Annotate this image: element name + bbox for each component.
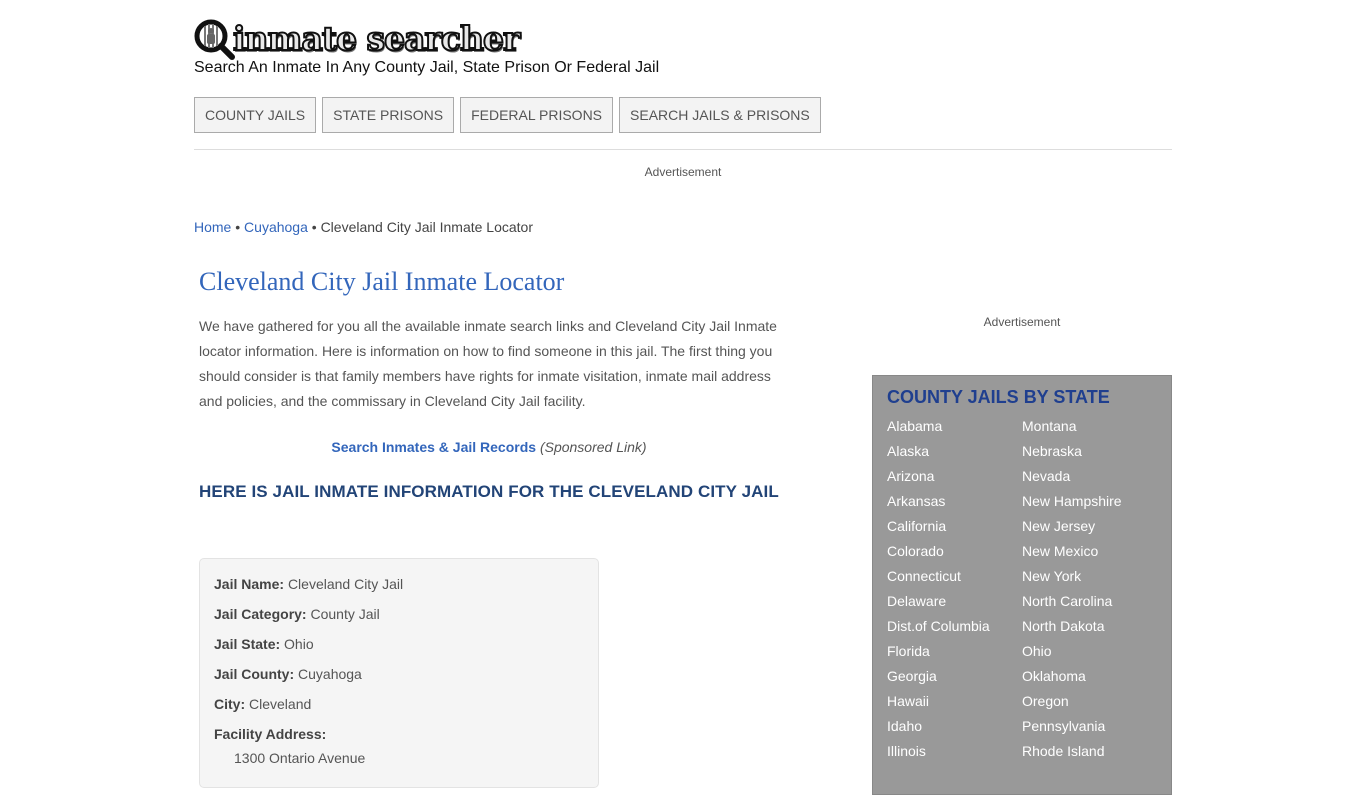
info-label: City:: [214, 696, 246, 712]
main-content: Cleveland City Jail Inmate Locator We ha…: [199, 264, 779, 504]
main-nav: COUNTY JAILS STATE PRISONS FEDERAL PRISO…: [194, 97, 821, 133]
state-link-florida[interactable]: Florida: [887, 639, 1022, 664]
info-label: Jail State:: [214, 636, 281, 652]
info-value: County Jail: [310, 606, 380, 622]
state-link-georgia[interactable]: Georgia: [887, 664, 1022, 689]
info-value: Cuyahoga: [298, 666, 362, 682]
state-link-hawaii[interactable]: Hawaii: [887, 689, 1022, 714]
info-label: Jail Category:: [214, 606, 307, 622]
sponsored-note: (Sponsored Link): [539, 439, 647, 455]
jail-info-box: Jail Name: Cleveland City Jail Jail Cate…: [199, 558, 599, 788]
breadcrumb: Home • Cuyahoga • Cleveland City Jail In…: [194, 219, 533, 235]
info-label: Facility Address:: [214, 726, 327, 742]
state-link-delaware[interactable]: Delaware: [887, 589, 1022, 614]
section-heading: HERE IS JAIL INMATE INFORMATION FOR THE …: [199, 482, 779, 501]
state-link-montana[interactable]: Montana: [1022, 414, 1157, 439]
breadcrumb-county[interactable]: Cuyahoga: [244, 219, 308, 235]
state-link-north-carolina[interactable]: North Carolina: [1022, 589, 1157, 614]
info-row-jail-category: Jail Category: County Jail: [214, 605, 584, 635]
info-value: Cleveland: [249, 696, 312, 712]
nav-state-prisons[interactable]: STATE PRISONS: [322, 97, 455, 133]
breadcrumb-home[interactable]: Home: [194, 219, 231, 235]
header-divider: [194, 149, 1172, 150]
states-column-right: Montana Nebraska Nevada New Hampshire New Je…: [1022, 414, 1157, 764]
info-row-address: Facility Address:: [214, 725, 584, 749]
state-link-colorado[interactable]: Colorado: [887, 539, 1022, 564]
info-value: Cleveland City Jail: [287, 576, 404, 592]
site-tagline: Search An Inmate In Any County Jail, Sta…: [194, 59, 660, 76]
state-link-north-dakota[interactable]: North Dakota: [1022, 614, 1157, 639]
info-row-jail-name: Jail Name: Cleveland City Jail: [214, 575, 584, 605]
intro-paragraph: We have gathered for you all the availab…: [199, 318, 777, 409]
state-link-dist-of-columbia[interactable]: Dist.of Columbia: [887, 614, 1022, 639]
site-logo[interactable]: inmate searcher: [194, 18, 521, 60]
info-row-jail-state: Jail State: Ohio: [214, 635, 584, 665]
sponsored-block: Search Inmates & Jail Records (Sponsored…: [199, 439, 779, 455]
info-value: Ohio: [284, 636, 314, 652]
info-row-jail-county: Jail County: Cuyahoga: [214, 665, 584, 695]
state-link-rhode-island[interactable]: Rhode Island: [1022, 739, 1157, 764]
state-link-nevada[interactable]: Nevada: [1022, 464, 1157, 489]
page-title: Cleveland City Jail Inmate Locator: [199, 267, 565, 296]
states-columns: Alabama Alaska Arizona Arkansas California Co…: [887, 414, 1157, 764]
state-link-new-hampshire[interactable]: New Hampshire: [1022, 489, 1157, 514]
magnifier-inmate-icon: [194, 19, 235, 60]
state-link-alaska[interactable]: Alaska: [887, 439, 1022, 464]
states-heading: COUNTY JAILS BY STATE: [887, 387, 1110, 407]
state-link-arizona[interactable]: Arizona: [887, 464, 1022, 489]
state-link-oklahoma[interactable]: Oklahoma: [1022, 664, 1157, 689]
states-column-left: Alabama Alaska Arizona Arkansas California Co…: [887, 414, 1022, 764]
breadcrumb-separator: •: [235, 219, 241, 235]
nav-federal-prisons[interactable]: FEDERAL PRISONS: [460, 97, 614, 133]
logo-wordmark: inmate searcher: [232, 19, 521, 58]
state-link-connecticut[interactable]: Connecticut: [887, 564, 1022, 589]
state-link-new-jersey[interactable]: New Jersey: [1022, 514, 1157, 539]
advertisement-label-top: Advertisement: [644, 165, 722, 179]
breadcrumb-current: Cleveland City Jail Inmate Locator: [320, 219, 533, 235]
state-link-california[interactable]: California: [887, 514, 1022, 539]
advertisement-label-side: Advertisement: [983, 315, 1061, 329]
info-label: Jail Name:: [214, 576, 285, 592]
county-jails-by-state-panel: COUNTY JAILS BY STATE Alabama Alaska Arizo…: [872, 375, 1172, 795]
state-link-pennsylvania[interactable]: Pennsylvania: [1022, 714, 1157, 739]
state-link-alabama[interactable]: Alabama: [887, 414, 1022, 439]
info-label: Jail County:: [214, 666, 295, 682]
facility-address-line: 1300 Ontario Avenue: [234, 750, 366, 766]
nav-search-jails-prisons[interactable]: SEARCH JAILS & PRISONS: [619, 97, 821, 133]
breadcrumb-separator: •: [311, 219, 317, 235]
info-row-city: City: Cleveland: [214, 695, 584, 725]
state-link-idaho[interactable]: Idaho: [887, 714, 1022, 739]
state-link-ohio[interactable]: Ohio: [1022, 639, 1157, 664]
state-link-new-mexico[interactable]: New Mexico: [1022, 539, 1157, 564]
nav-county-jails[interactable]: COUNTY JAILS: [194, 97, 317, 133]
state-link-oregon[interactable]: Oregon: [1022, 689, 1157, 714]
state-link-nebraska[interactable]: Nebraska: [1022, 439, 1157, 464]
state-link-arkansas[interactable]: Arkansas: [887, 489, 1022, 514]
state-link-new-york[interactable]: New York: [1022, 564, 1157, 589]
sponsored-link[interactable]: Search Inmates & Jail Records: [331, 439, 536, 455]
state-link-illinois[interactable]: Illinois: [887, 739, 1022, 764]
